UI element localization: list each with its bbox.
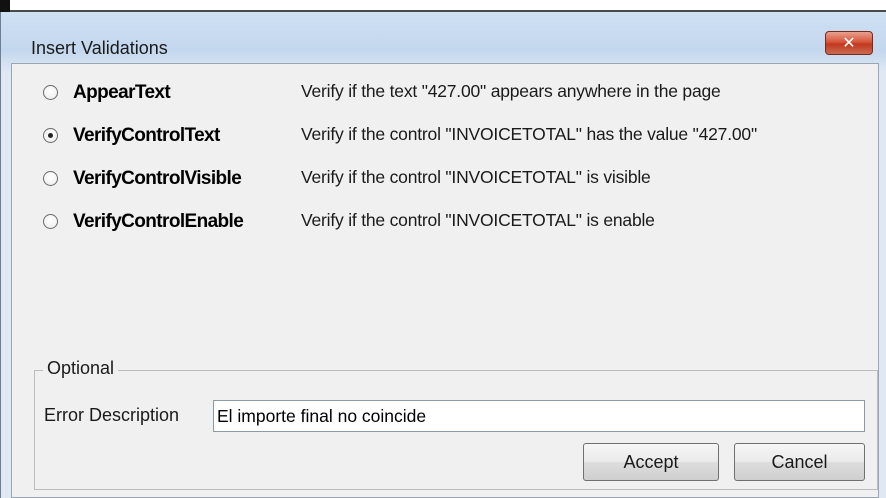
- option-verify-control-visible[interactable]: VerifyControlVisible Verify if the contr…: [12, 165, 880, 195]
- optional-groupbox: Optional Error Description Accept Cancel: [34, 358, 878, 490]
- radio-verify-control-enable[interactable]: [43, 214, 58, 229]
- option-appear-text[interactable]: AppearText Verify if the text "427.00" a…: [12, 79, 880, 109]
- radio-appear-text[interactable]: [43, 85, 58, 100]
- option-description: Verify if the control "INVOICETOTAL" has…: [301, 124, 757, 144]
- option-label[interactable]: VerifyControlEnable: [73, 211, 244, 233]
- screenshot: Insert Validations ✕ AppearText Verify i…: [0, 0, 886, 498]
- radio-verify-control-visible[interactable]: [43, 171, 58, 186]
- optional-group-label: Optional: [43, 358, 119, 379]
- option-label[interactable]: VerifyControlText: [73, 125, 220, 147]
- option-description: Verify if the control "INVOICETOTAL" is …: [301, 210, 655, 230]
- close-button[interactable]: ✕: [825, 31, 873, 55]
- option-verify-control-text[interactable]: VerifyControlText Verify if the control …: [12, 122, 880, 152]
- cancel-button[interactable]: Cancel: [734, 443, 865, 481]
- error-description-label: Error Description: [44, 405, 180, 425]
- radio-verify-control-text[interactable]: [43, 128, 58, 143]
- option-verify-control-enable[interactable]: VerifyControlEnable Verify if the contro…: [12, 208, 880, 238]
- option-description: Verify if the control "INVOICETOTAL" is …: [301, 167, 651, 187]
- option-description: Verify if the text "427.00" appears anyw…: [301, 81, 721, 101]
- dialog-title: Insert Validations: [31, 38, 168, 58]
- option-label[interactable]: VerifyControlVisible: [73, 168, 242, 190]
- insert-validations-dialog: Insert Validations ✕ AppearText Verify i…: [0, 12, 886, 498]
- close-icon: ✕: [842, 33, 856, 52]
- option-label[interactable]: AppearText: [73, 82, 171, 104]
- radio-selected-dot-icon: [48, 133, 53, 138]
- title-bar[interactable]: Insert Validations ✕: [1, 12, 886, 62]
- accept-button[interactable]: Accept: [583, 443, 719, 481]
- dialog-body: AppearText Verify if the text "427.00" a…: [11, 63, 879, 498]
- background-strip: [0, 0, 886, 14]
- error-description-input[interactable]: [213, 400, 865, 432]
